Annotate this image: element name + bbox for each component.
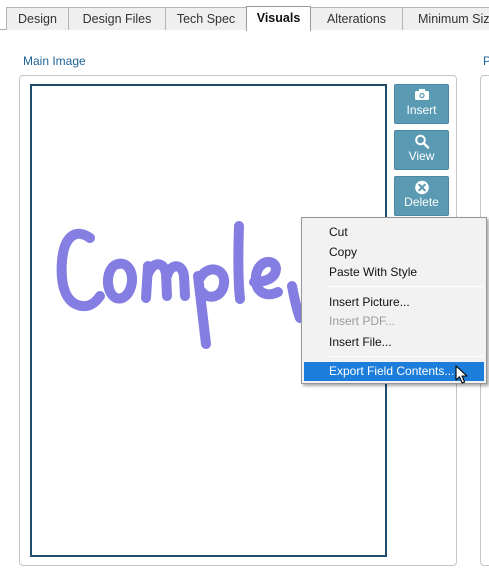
menu-item-paste-with-style[interactable]: Paste With Style xyxy=(304,263,484,282)
menu-item-insert-pdf: Insert PDF... xyxy=(329,314,396,328)
insert-button-label: Insert xyxy=(406,103,437,117)
view-button-label: View xyxy=(408,149,435,163)
tab-design[interactable]: Design xyxy=(6,7,69,30)
menu-separator xyxy=(328,356,484,357)
menu-item-insert-picture[interactable]: Insert Picture... xyxy=(304,293,484,312)
main-image-label: Main Image xyxy=(23,54,86,68)
tab-tech-spec[interactable]: Tech Spec xyxy=(165,7,247,30)
tab-design-files[interactable]: Design Files xyxy=(68,7,166,30)
delete-button[interactable]: Delete xyxy=(394,176,449,216)
view-button[interactable]: View xyxy=(394,130,449,170)
menu-item-cut[interactable]: Cut xyxy=(304,223,484,242)
tab-alterations[interactable]: Alterations xyxy=(310,7,403,30)
tab-visuals[interactable]: Visuals xyxy=(246,6,311,31)
right-section-label: P xyxy=(483,54,489,68)
close-circle-icon xyxy=(395,177,448,195)
menu-separator xyxy=(328,286,484,287)
tab-bar: Design Design Files Tech Spec Visuals Al… xyxy=(0,0,489,31)
mouse-pointer-icon xyxy=(455,365,469,388)
context-menu: Cut Copy Paste With Style Insert Picture… xyxy=(301,217,487,384)
insert-button[interactable]: Insert xyxy=(394,84,449,124)
delete-button-label: Delete xyxy=(404,195,439,209)
camera-icon xyxy=(395,85,448,103)
tab-minimum-sizes[interactable]: Minimum Sizes xyxy=(402,7,489,30)
menu-item-copy[interactable]: Copy xyxy=(304,243,484,262)
magnifier-icon xyxy=(395,131,448,149)
menu-item-insert-file[interactable]: Insert File... xyxy=(304,333,484,352)
